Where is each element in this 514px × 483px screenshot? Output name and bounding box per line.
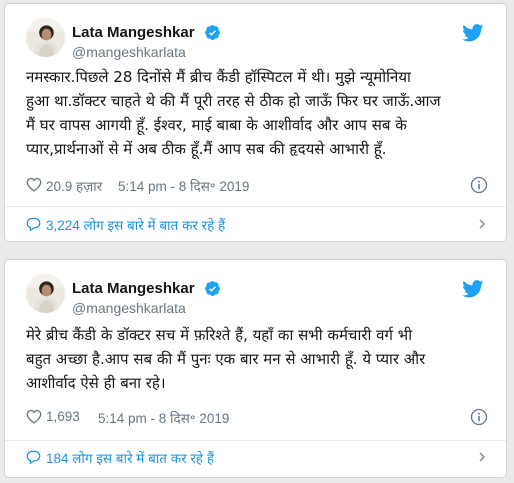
chevron-right-icon	[476, 451, 488, 463]
tweet-card[interactable]: Lata Mangeshkar @mangeshkarlata मेरे ब्र…	[4, 259, 507, 478]
divider	[5, 440, 506, 441]
tweet-timestamp[interactable]: 5:14 pm - 8 दिस॰ 2019	[98, 409, 229, 427]
tweet-text-line: हुआ था.डॉक्टर चाहते थे की मैं पूरी तरह स…	[26, 92, 441, 110]
tweet-text: नमस्कार.पिछले 28 दिनोंसे मैं ब्रीच कैंडी…	[26, 65, 492, 161]
verified-badge-icon	[204, 24, 221, 41]
conversation-text[interactable]: 184 लोग इस बारे में बात कर रहे हैं	[46, 449, 214, 467]
conversation-link[interactable]: 3,224 लोग इस बारे में बात कर रहे हैं	[26, 215, 488, 235]
like-count[interactable]: 1,693	[46, 409, 80, 424]
tweet-text-line: प्यार,प्रार्थनाओं से में अब ठीक हूँ.मैं …	[26, 140, 387, 158]
author-name[interactable]: Lata Mangeshkar	[72, 280, 195, 297]
author-block[interactable]: Lata Mangeshkar @mangeshkarlata	[72, 278, 221, 316]
tweet-text-line: मेरे ब्रीच कैंडी के डॉक्टर सच में फ़रिश्…	[26, 326, 413, 344]
tweet-header: Lata Mangeshkar @mangeshkarlata	[26, 274, 492, 322]
divider	[5, 206, 506, 207]
tweet-text-line: मैं घर वापस आगयी हूँ. ईश्वर, माई बाबा के…	[26, 116, 407, 134]
verified-badge-icon	[204, 280, 221, 297]
conversation-text[interactable]: 3,224 लोग इस बारे में बात कर रहे हैं	[46, 216, 225, 234]
speech-bubble-icon	[26, 450, 41, 464]
info-icon[interactable]	[470, 176, 488, 194]
tweet-timestamp[interactable]: 5:14 pm - 8 दिस॰ 2019	[118, 177, 249, 195]
tweet-card[interactable]: Lata Mangeshkar @mangeshkarlata नमस्कार.…	[4, 3, 507, 242]
avatar[interactable]	[26, 274, 65, 313]
heart-icon[interactable]	[26, 409, 42, 424]
chevron-right-icon	[476, 218, 488, 230]
speech-bubble-icon	[26, 217, 41, 231]
heart-icon[interactable]	[26, 177, 42, 192]
tweet-text: मेरे ब्रीच कैंडी के डॉक्टर सच में फ़रिश्…	[26, 323, 492, 395]
like-count[interactable]: 20.9 हज़ार	[46, 177, 102, 195]
twitter-bird-icon[interactable]	[462, 280, 484, 298]
tweet-text-line: बहुत अच्छा है.आप सब की मैं पुनः एक बार म…	[26, 350, 426, 368]
author-handle[interactable]: @mangeshkarlata	[72, 300, 221, 316]
twitter-bird-icon[interactable]	[462, 24, 484, 42]
info-icon[interactable]	[470, 408, 488, 426]
conversation-link[interactable]: 184 लोग इस बारे में बात कर रहे हैं	[26, 448, 488, 468]
tweet-meta: 1,693 5:14 pm - 8 दिस॰ 2019	[26, 408, 488, 428]
author-handle[interactable]: @mangeshkarlata	[72, 44, 221, 60]
tweet-text-line: आशीर्वाद ऐसे ही बना रहे।	[26, 374, 166, 392]
tweet-header: Lata Mangeshkar @mangeshkarlata	[26, 18, 492, 66]
author-block[interactable]: Lata Mangeshkar @mangeshkarlata	[72, 22, 221, 60]
tweet-text-line: नमस्कार.पिछले 28 दिनोंसे मैं ब्रीच कैंडी…	[26, 68, 411, 86]
avatar[interactable]	[26, 18, 65, 57]
tweet-meta: 20.9 हज़ार 5:14 pm - 8 दिस॰ 2019	[26, 176, 488, 196]
author-name[interactable]: Lata Mangeshkar	[72, 24, 195, 41]
